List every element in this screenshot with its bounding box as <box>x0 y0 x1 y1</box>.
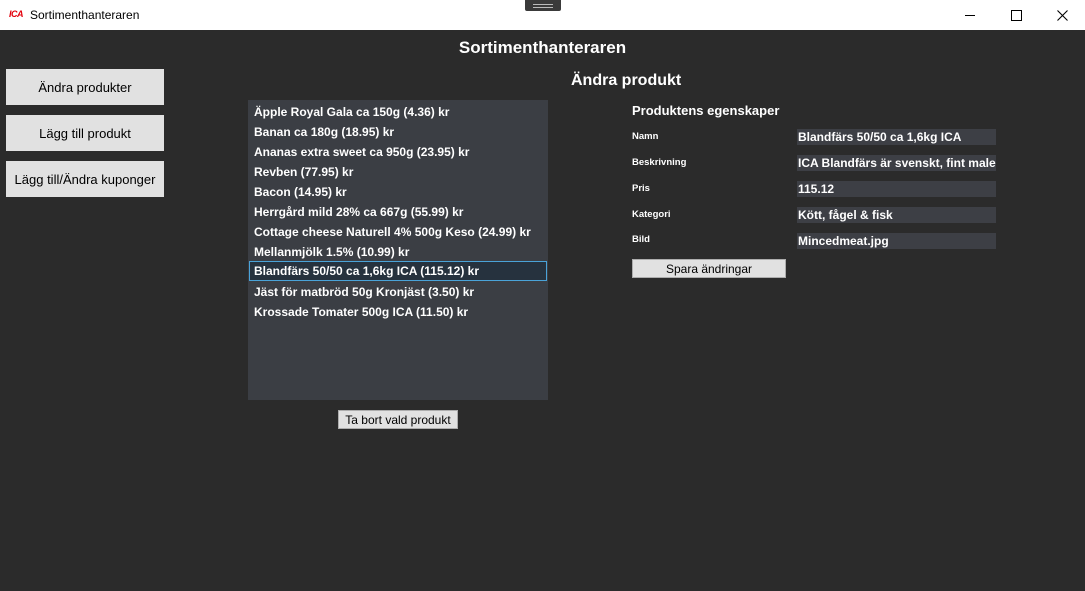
category-field[interactable]: Kött, fågel & fisk <box>797 207 996 223</box>
list-item[interactable]: Bacon (14.95) kr <box>249 182 547 202</box>
minimize-icon <box>965 14 975 16</box>
image-label: Bild <box>632 234 650 245</box>
list-item[interactable]: Krossade Tomater 500g ICA (11.50) kr <box>249 302 547 322</box>
ica-logo: ICA <box>9 9 24 19</box>
list-item[interactable]: Revben (77.95) kr <box>249 162 547 182</box>
list-item[interactable]: Ananas extra sweet ca 950g (23.95) kr <box>249 142 547 162</box>
close-button[interactable] <box>1039 0 1085 30</box>
window-titlebar: ICA Sortimenthanteraren <box>0 0 1085 30</box>
edit-products-button[interactable]: Ändra produkter <box>6 69 164 105</box>
list-item[interactable]: Jäst för matbröd 50g Kronjäst (3.50) kr <box>249 282 547 302</box>
minimize-button[interactable] <box>947 0 993 30</box>
name-field[interactable]: Blandfärs 50/50 ca 1,6kg ICA <box>797 129 996 145</box>
image-field[interactable]: Mincedmeat.jpg <box>797 233 996 249</box>
save-changes-button[interactable]: Spara ändringar <box>632 259 786 278</box>
add-product-button[interactable]: Lägg till produkt <box>6 115 164 151</box>
price-field[interactable]: 115.12 <box>797 181 996 197</box>
delete-product-button[interactable]: Ta bort vald produkt <box>338 410 458 429</box>
app-title: Sortimenthanteraren <box>458 38 627 57</box>
list-item-selected[interactable]: Blandfärs 50/50 ca 1,6kg ICA (115.12) kr <box>249 261 547 281</box>
price-label: Pris <box>632 183 650 194</box>
maximize-icon <box>1010 9 1022 21</box>
list-item[interactable]: Herrgård mild 28% ca 667g (55.99) kr <box>249 202 547 222</box>
coupons-button[interactable]: Lägg till/Ändra kuponger <box>6 161 164 197</box>
description-label: Beskrivning <box>632 157 687 168</box>
window-drag-handle[interactable] <box>525 0 561 11</box>
list-item[interactable]: Cottage cheese Naturell 4% 500g Keso (24… <box>249 222 547 242</box>
name-label: Namn <box>632 131 659 142</box>
list-item[interactable]: Mellanmjölk 1.5% (10.99) kr <box>249 242 547 262</box>
maximize-button[interactable] <box>993 0 1039 30</box>
list-item[interactable]: Äpple Royal Gala ca 150g (4.36) kr <box>249 102 547 122</box>
properties-title: Produktens egenskaper <box>632 103 780 118</box>
list-item[interactable]: Banan ca 180g (18.95) kr <box>249 122 547 142</box>
product-list[interactable]: Äpple Royal Gala ca 150g (4.36) kr Banan… <box>248 100 548 400</box>
category-label: Kategori <box>632 209 671 220</box>
close-icon <box>1056 9 1068 21</box>
section-title: Ändra produkt <box>571 72 682 89</box>
window-title: Sortimenthanteraren <box>30 8 140 22</box>
description-field[interactable]: ICA Blandfärs är svenskt, fint malen 5 <box>797 155 996 171</box>
